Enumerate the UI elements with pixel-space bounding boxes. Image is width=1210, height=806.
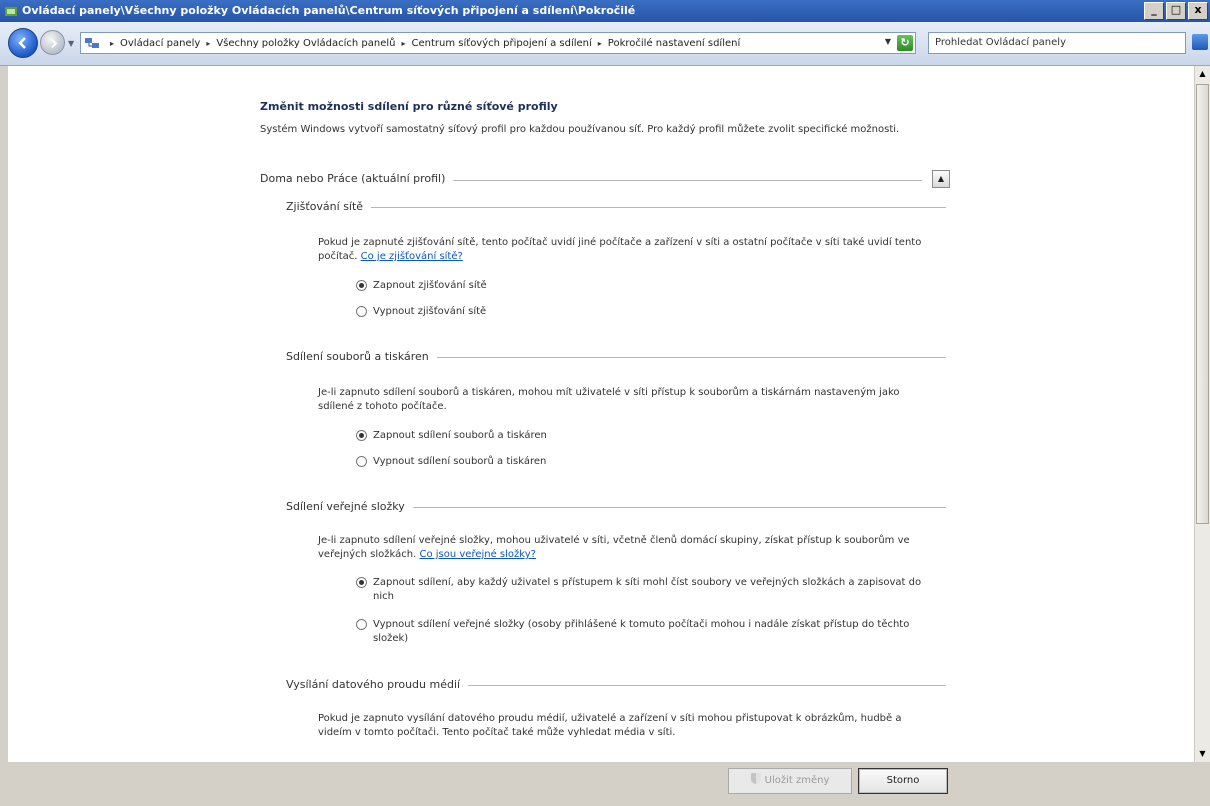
forward-button[interactable]: [40, 30, 65, 55]
section-title: Sdílení veřejné složky: [286, 500, 413, 513]
profile-label: Doma nebo Práce (aktuální profil): [260, 172, 454, 185]
cancel-button[interactable]: Storno: [858, 768, 948, 794]
page-description: Systém Windows vytvoří samostatný síťový…: [260, 124, 900, 135]
radio-button-selected[interactable]: [356, 280, 367, 291]
radio-button[interactable]: [356, 619, 367, 630]
radio-option[interactable]: Vypnout sdílení souborů a tiskáren: [356, 455, 936, 469]
collapse-chevron-up-icon[interactable]: ▲: [932, 170, 950, 188]
window-title: Ovládací panely\Všechny položky Ovládací…: [22, 4, 636, 17]
radio-option[interactable]: Vypnout zjišťování sítě: [356, 305, 936, 319]
section-description: Pokud je zapnuté zjišťování sítě, tento …: [318, 236, 938, 264]
breadcrumb-separator-icon[interactable]: ▸: [402, 39, 406, 48]
close-button[interactable]: x: [1188, 2, 1208, 20]
title-bar: Ovládací panely\Všechny položky Ovládací…: [0, 0, 1210, 22]
back-arrow-icon: [18, 37, 26, 49]
save-button-label: Uložit změny: [764, 775, 830, 786]
section-media-streaming: Vysílání datového proudu médií: [286, 678, 946, 692]
radio-option[interactable]: Zapnout zjišťování sítě: [356, 279, 936, 293]
vertical-scrollbar[interactable]: ▲ ▼: [1194, 66, 1210, 762]
content-pane: Změnit možnosti sdílení pro různé síťové…: [8, 66, 1194, 762]
breadcrumb-all-items[interactable]: Všechny položky Ovládacích panelů: [216, 38, 395, 49]
breadcrumb-network-center[interactable]: Centrum síťových připojení a sdílení: [412, 38, 592, 49]
radio-label[interactable]: Zapnout sdílení souborů a tiskáren: [373, 429, 547, 443]
help-link-network-discovery[interactable]: Co je zjišťování sítě?: [361, 251, 463, 262]
breadcrumb-control-panel[interactable]: Ovládací panely: [120, 38, 200, 49]
section-description: Je-li zapnuto sdílení souborů a tiskáren…: [318, 387, 900, 412]
section-title: Zjišťování sítě: [286, 200, 372, 213]
navigation-bar: ▼ ▸ Ovládací panely ▸ Všechny položky Ov…: [0, 22, 1210, 66]
radio-label[interactable]: Vypnout sdílení souborů a tiskáren: [373, 455, 546, 469]
address-dropdown-icon[interactable]: ▼: [885, 37, 891, 46]
save-changes-button[interactable]: Uložit změny: [728, 768, 852, 794]
section-description: Je-li zapnuto sdílení veřejné složky, mo…: [318, 534, 938, 562]
back-button[interactable]: [8, 28, 38, 58]
network-icon: [85, 38, 99, 48]
radio-button-selected[interactable]: [356, 577, 367, 588]
section-title: Sdílení souborů a tiskáren: [286, 350, 437, 363]
section-public-folder-sharing: Sdílení veřejné složky: [286, 500, 946, 514]
radio-button[interactable]: [356, 306, 367, 317]
page-title: Změnit možnosti sdílení pro různé síťové…: [260, 100, 558, 113]
refresh-icon[interactable]: ↻: [897, 35, 913, 51]
breadcrumb-separator-icon[interactable]: ▸: [598, 39, 602, 48]
scroll-up-arrow-icon[interactable]: ▲: [1195, 66, 1210, 82]
recent-pages-dropdown-icon[interactable]: ▼: [68, 39, 74, 48]
radio-option[interactable]: Zapnout sdílení souborů a tiskáren: [356, 429, 936, 443]
profile-header: Doma nebo Práce (aktuální profil) ▲: [260, 170, 950, 190]
section-title: Vysílání datového proudu médií: [286, 678, 469, 691]
radio-label[interactable]: Zapnout zjišťování sítě: [373, 279, 487, 293]
radio-label[interactable]: Vypnout zjišťování sítě: [373, 305, 486, 319]
section-description: Pokud je zapnuto vysílání datového proud…: [318, 713, 902, 738]
radio-option[interactable]: Zapnout sdílení, aby každý uživatel s př…: [356, 576, 936, 604]
radio-button-selected[interactable]: [356, 430, 367, 441]
description-text: Je-li zapnuto sdílení veřejné složky, mo…: [318, 535, 910, 560]
footer-bar: Uložit změny Storno: [0, 762, 1210, 806]
minimize-button[interactable]: _: [1144, 2, 1164, 20]
address-bar[interactable]: ▸ Ovládací panely ▸ Všechny položky Ovlá…: [80, 32, 916, 54]
search-icon[interactable]: [1192, 34, 1208, 50]
breadcrumb-advanced-sharing[interactable]: Pokročilé nastavení sdílení: [608, 38, 740, 49]
uac-shield-icon: [750, 773, 761, 784]
control-panel-icon: [5, 7, 17, 16]
maximize-button[interactable]: □: [1166, 2, 1186, 20]
radio-option[interactable]: Vypnout sdílení veřejné složky (osoby př…: [356, 618, 936, 646]
search-input[interactable]: Prohledat Ovládací panely: [928, 32, 1186, 54]
scrollbar-thumb[interactable]: [1196, 84, 1209, 524]
help-link-public-folders[interactable]: Co jsou veřejné složky?: [419, 549, 535, 560]
radio-label[interactable]: Zapnout sdílení, aby každý uživatel s př…: [373, 576, 936, 604]
forward-arrow-icon: [51, 38, 58, 49]
radio-button[interactable]: [356, 456, 367, 467]
section-network-discovery: Zjišťování sítě: [286, 200, 946, 214]
divider: [286, 207, 946, 208]
scroll-down-arrow-icon[interactable]: ▼: [1195, 746, 1210, 762]
breadcrumb-separator-icon[interactable]: ▸: [110, 39, 114, 48]
breadcrumb-separator-icon[interactable]: ▸: [206, 39, 210, 48]
section-file-printer-sharing: Sdílení souborů a tiskáren: [286, 350, 946, 364]
radio-label[interactable]: Vypnout sdílení veřejné složky (osoby př…: [373, 618, 936, 646]
